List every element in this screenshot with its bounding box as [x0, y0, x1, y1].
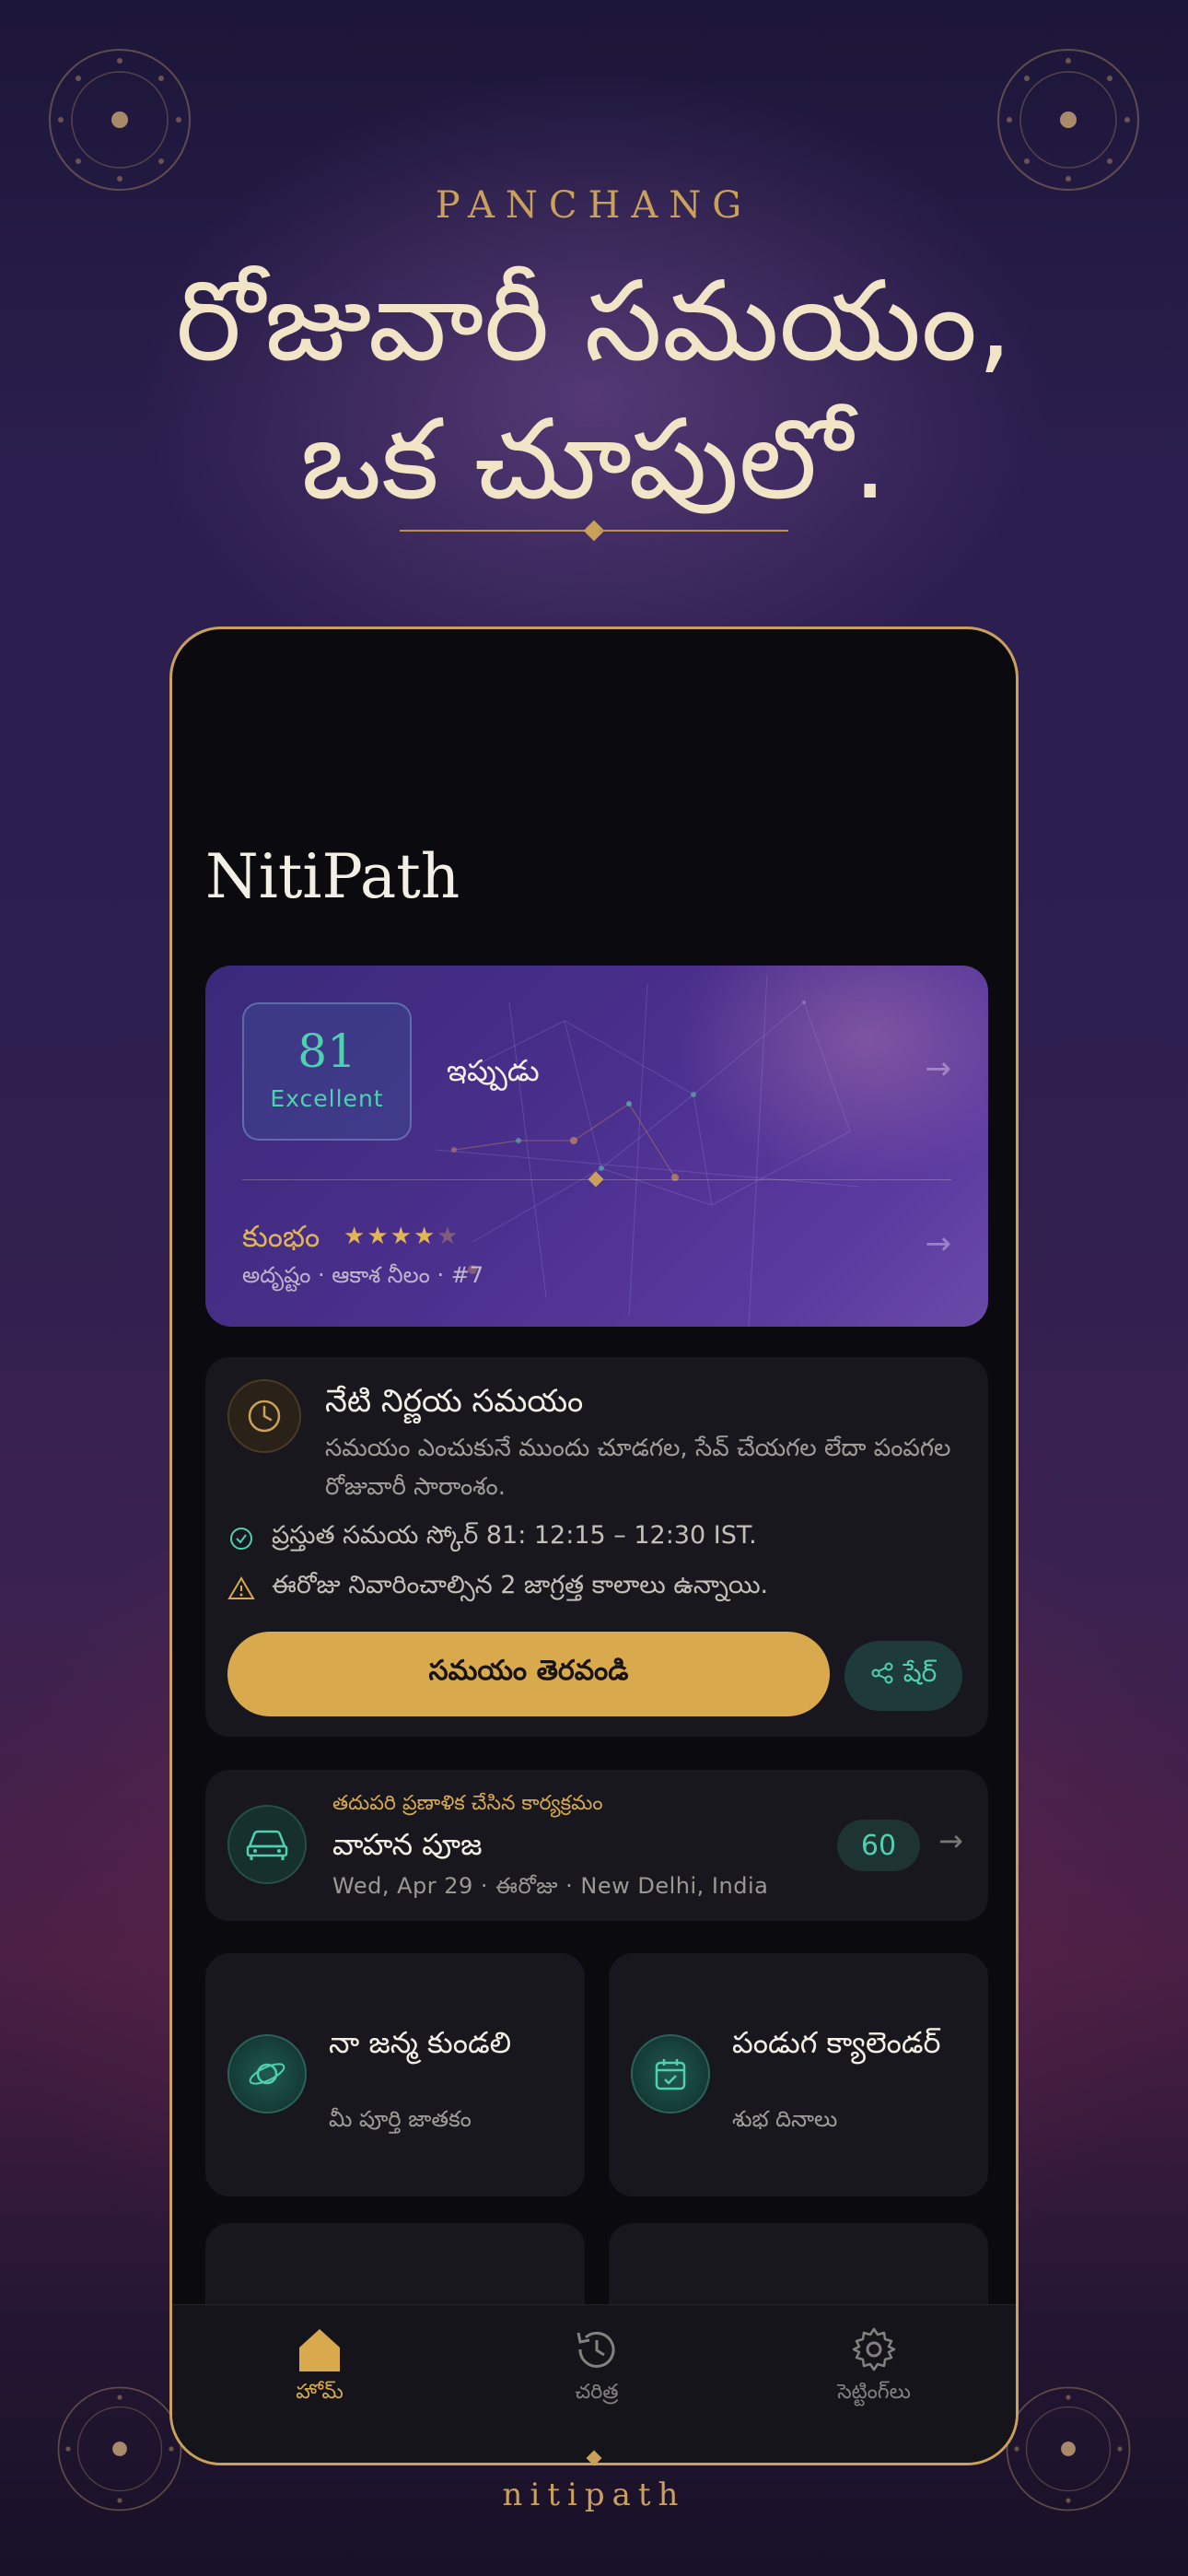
- check-circle-icon: [227, 1525, 255, 1552]
- hero-eyebrow: PANCHANG: [435, 184, 753, 227]
- score-card[interactable]: 81 Excellent ఇప్పుడు → కుంభం ★★★★★ అదృష్…: [205, 966, 988, 1327]
- share-icon: [870, 1661, 894, 1692]
- now-label: ఇప్పుడు: [447, 1053, 540, 1088]
- share-label: షేర్: [903, 1657, 938, 1688]
- open-time-button[interactable]: సమయం తెరవండి: [227, 1632, 830, 1716]
- constellation-graphic: [435, 974, 860, 1327]
- share-button[interactable]: షేర్: [844, 1641, 962, 1711]
- star-icon: ★: [367, 1223, 390, 1250]
- history-icon: [573, 2325, 621, 2373]
- status-ok-text: ప్రస్తుత సమయ స్కోర్ 81: 12:15 – 12:30 IS…: [272, 1521, 757, 1550]
- nav-settings[interactable]: సెట్టింగ్‌లు: [782, 2325, 966, 2408]
- decision-title: నేటి నిర్ణయ సమయం: [325, 1383, 584, 1420]
- arrow-right-icon[interactable]: →: [926, 1225, 952, 1262]
- rashi-name: కుంభం: [242, 1219, 320, 1254]
- hero-headline-line1: రోజువారీ సమయం,: [175, 258, 1013, 386]
- home-icon: [296, 2325, 344, 2373]
- event-meta: Wed, Apr 29 · ఈరోజు · New Delhi, India: [332, 1873, 769, 1899]
- corner-ornament-top-right: [995, 46, 1142, 193]
- tile-festival-calendar[interactable]: పండుగ క్యాలెండర్ శుభ దినాలు: [609, 1953, 988, 2196]
- next-event-card[interactable]: తదుపరి ప్రణాళిక చేసిన కార్యక్రమం వాహన పూ…: [205, 1770, 988, 1921]
- event-score-badge: 60: [837, 1820, 920, 1871]
- decision-card: నేటి నిర్ణయ సమయం సమయం ఎంచుకునే ముందు చూడ…: [205, 1357, 988, 1737]
- warning-triangle-icon: [227, 1575, 255, 1602]
- status-warn-text: ఈరోజు నివారించాల్సిన 2 జాగ్రత్త కాలాలు ఉ…: [272, 1571, 769, 1599]
- nav-history-label: చరిత్ర: [575, 2381, 619, 2404]
- star-icon: ★: [413, 1223, 437, 1250]
- hero-headline-line2: ఒక చూపులో.: [300, 396, 888, 524]
- score-badge: 81 Excellent: [242, 1002, 412, 1141]
- calendar-check-icon: [631, 2034, 710, 2113]
- nav-settings-label: సెట్టింగ్‌లు: [837, 2381, 911, 2404]
- gear-icon: [850, 2325, 898, 2373]
- event-name: వాహన పూజ: [332, 1827, 483, 1862]
- car-icon: [227, 1805, 307, 1884]
- nav-home-label: హోమ్: [296, 2381, 344, 2404]
- status-warn-row: ఈరోజు నివారించాల్సిన 2 జాగ్రత్త కాలాలు ఉ…: [227, 1571, 768, 1606]
- star-icon: ★: [390, 1223, 413, 1250]
- star-icon: ★: [344, 1223, 367, 1250]
- decision-description: సమయం ఎంచుకునే ముందు చూడగల, సేవ్ చేయగల లే…: [325, 1434, 951, 1501]
- star-icon: ★: [437, 1223, 460, 1250]
- bottom-nav: హోమ్ చరిత్ర సెట్టింగ్‌లు: [172, 2304, 1016, 2463]
- score-rating: Excellent: [270, 1085, 384, 1112]
- star-rating: ★★★★★: [344, 1223, 460, 1250]
- tile-title: నా జన్మ కుండలి: [329, 2025, 512, 2060]
- nav-history[interactable]: చరిత్ర: [505, 2325, 689, 2408]
- arrow-right-icon[interactable]: →: [926, 1050, 952, 1087]
- app-title: NitiPath: [205, 841, 460, 912]
- planet-icon: [227, 2034, 307, 2113]
- tile-title: పండుగ క్యాలెండర్: [732, 2025, 941, 2060]
- status-ok-row: ప్రస్తుత సమయ స్కోర్ 81: 12:15 – 12:30 IS…: [227, 1521, 757, 1556]
- score-value: 81: [297, 1025, 356, 1078]
- hero-divider: [400, 520, 788, 542]
- nav-home[interactable]: హోమ్: [227, 2325, 412, 2408]
- corner-ornament-top-left: [46, 46, 193, 193]
- footer-wordmark: nitipath: [502, 2476, 686, 2513]
- arrow-right-icon[interactable]: →: [938, 1823, 963, 1858]
- luck-line: అదృష్టం · ఆకాశ నీలం · #7: [242, 1262, 484, 1288]
- clock-icon: [227, 1379, 301, 1453]
- event-kicker: తదుపరి ప్రణాళిక చేసిన కార్యక్రమం: [332, 1792, 603, 1815]
- tile-subtitle: మీ పూర్తి జాతకం: [329, 2106, 472, 2132]
- tile-subtitle: శుభ దినాలు: [732, 2106, 838, 2132]
- phone-frame: NitiPath 81 Excellent ఇప్పుడు → కుంభం ★★…: [169, 626, 1019, 2465]
- tile-birth-chart[interactable]: నా జన్మ కుండలి మీ పూర్తి జాతకం: [205, 1953, 585, 2196]
